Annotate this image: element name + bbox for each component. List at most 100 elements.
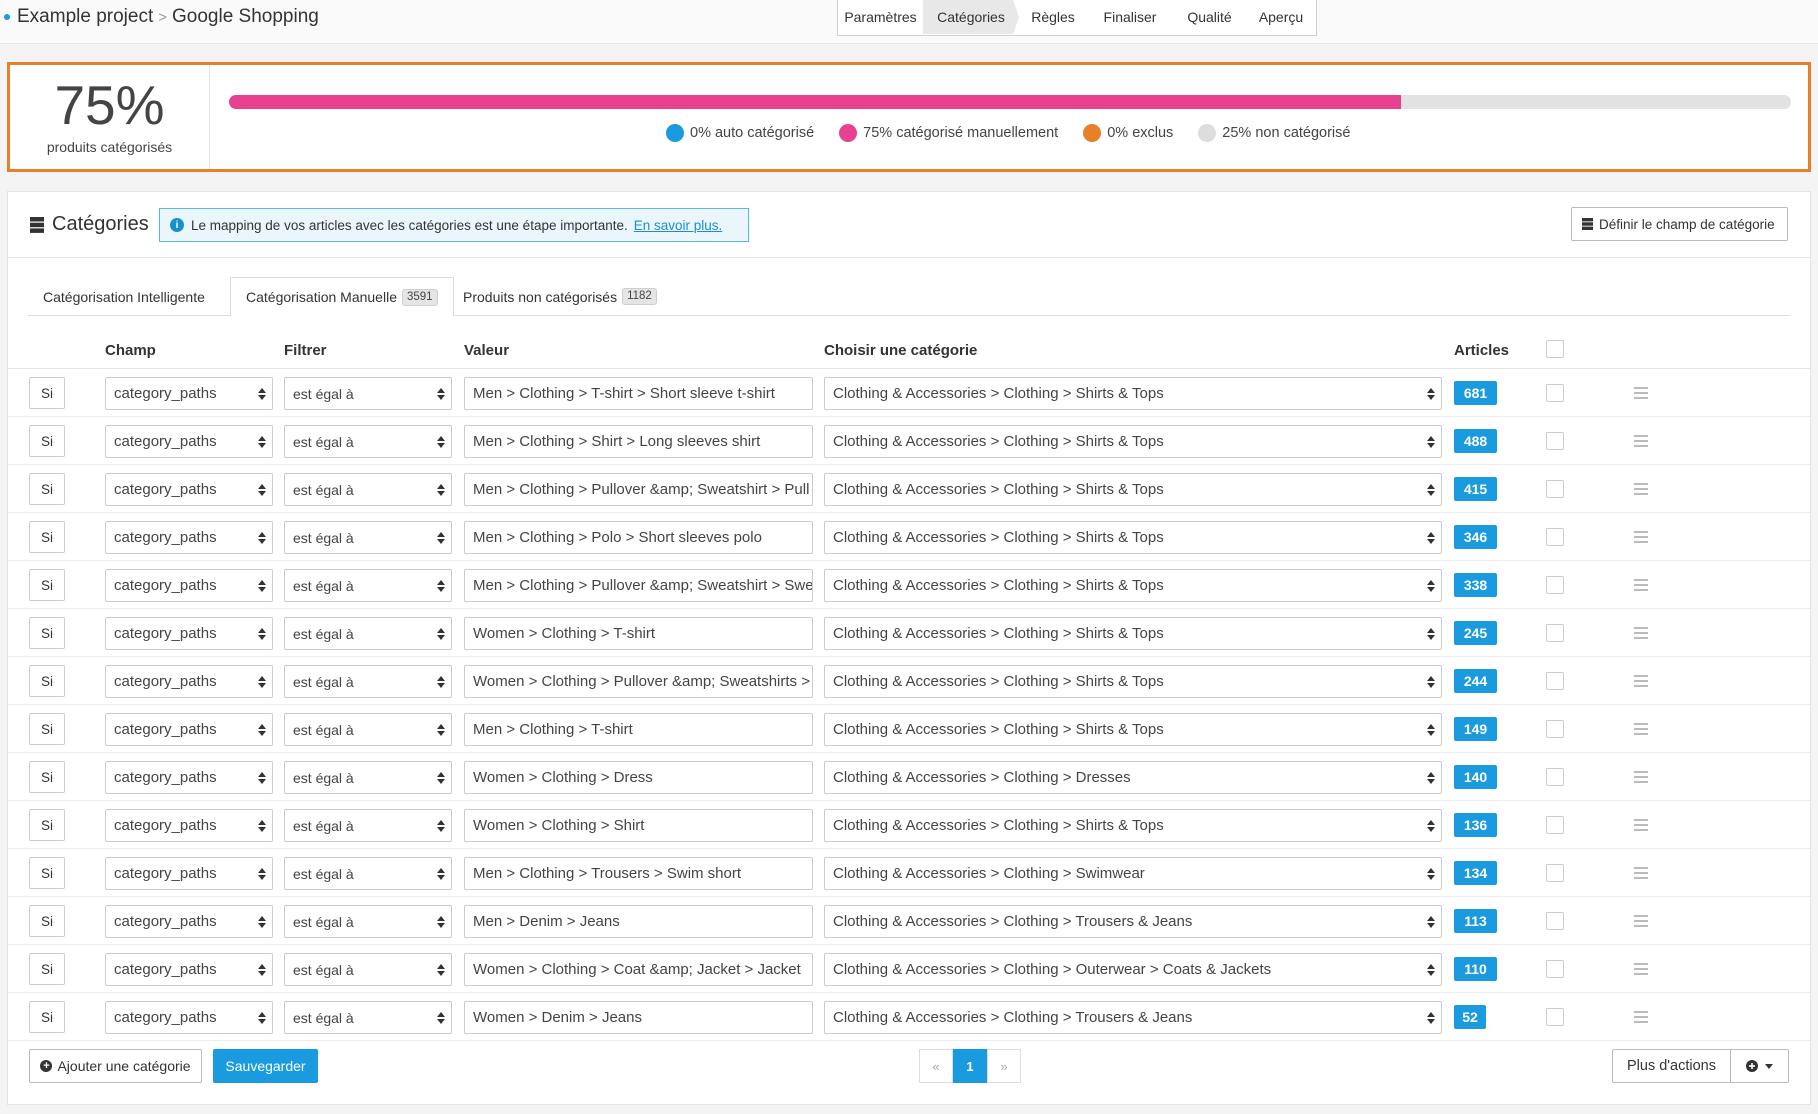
filter-select[interactable]: est égal à: [284, 809, 452, 842]
value-input[interactable]: Men > Clothing > Shirt > Long sleeves sh…: [464, 425, 813, 458]
row-checkbox[interactable]: [1546, 768, 1564, 786]
articles-count-badge[interactable]: 134: [1454, 861, 1497, 885]
si-condition-button[interactable]: Si: [29, 761, 65, 793]
value-input[interactable]: Men > Clothing > Polo > Short sleeves po…: [464, 521, 813, 554]
category-select[interactable]: Clothing & Accessories > Clothing > Dres…: [824, 761, 1442, 794]
add-category-button[interactable]: + Ajouter une catégorie: [29, 1049, 202, 1083]
pagination-page-1[interactable]: 1: [953, 1049, 987, 1083]
filter-select[interactable]: est égal à: [284, 665, 452, 698]
drag-handle-icon[interactable]: [1634, 867, 1648, 879]
si-condition-button[interactable]: Si: [29, 857, 65, 889]
row-checkbox[interactable]: [1546, 480, 1564, 498]
drag-handle-icon[interactable]: [1634, 531, 1648, 543]
drag-handle-icon[interactable]: [1634, 819, 1648, 831]
articles-count-badge[interactable]: 338: [1454, 573, 1497, 597]
category-select[interactable]: Clothing & Accessories > Clothing > Shir…: [824, 521, 1442, 554]
row-checkbox[interactable]: [1546, 624, 1564, 642]
articles-count-badge[interactable]: 488: [1454, 429, 1497, 453]
si-condition-button[interactable]: Si: [29, 665, 65, 697]
drag-handle-icon[interactable]: [1634, 963, 1648, 975]
drag-handle-icon[interactable]: [1634, 1011, 1648, 1023]
category-select[interactable]: Clothing & Accessories > Clothing > Shir…: [824, 617, 1442, 650]
articles-count-badge[interactable]: 136: [1454, 813, 1497, 837]
row-checkbox[interactable]: [1546, 672, 1564, 690]
step-finaliser[interactable]: Finaliser: [1087, 0, 1173, 34]
si-condition-button[interactable]: Si: [29, 617, 65, 649]
value-input[interactable]: Women > Clothing > Coat &amp; Jacket > J…: [464, 953, 813, 986]
row-checkbox[interactable]: [1546, 864, 1564, 882]
champ-select[interactable]: category_paths: [105, 713, 273, 746]
champ-select[interactable]: category_paths: [105, 809, 273, 842]
step-categories[interactable]: Catégories: [923, 0, 1019, 34]
row-checkbox[interactable]: [1546, 1008, 1564, 1026]
value-input[interactable]: Men > Clothing > T-shirt > Short sleeve …: [464, 377, 813, 410]
row-checkbox[interactable]: [1546, 432, 1564, 450]
si-condition-button[interactable]: Si: [29, 905, 65, 937]
drag-handle-icon[interactable]: [1634, 435, 1648, 447]
si-condition-button[interactable]: Si: [29, 953, 65, 985]
articles-count-badge[interactable]: 415: [1454, 477, 1497, 501]
step-apercu[interactable]: Aperçu: [1246, 0, 1316, 34]
value-input[interactable]: Women > Clothing > Shirt: [464, 809, 813, 842]
si-condition-button[interactable]: Si: [29, 521, 65, 553]
champ-select[interactable]: category_paths: [105, 425, 273, 458]
champ-select[interactable]: category_paths: [105, 953, 273, 986]
category-select[interactable]: Clothing & Accessories > Clothing > Swim…: [824, 857, 1442, 890]
row-checkbox[interactable]: [1546, 384, 1564, 402]
row-checkbox[interactable]: [1546, 816, 1564, 834]
articles-count-badge[interactable]: 110: [1454, 957, 1497, 981]
articles-count-badge[interactable]: 681: [1454, 381, 1497, 405]
filter-select[interactable]: est égal à: [284, 425, 452, 458]
filter-select[interactable]: est égal à: [284, 761, 452, 794]
value-input[interactable]: Women > Clothing > T-shirt: [464, 617, 813, 650]
filter-select[interactable]: est égal à: [284, 521, 452, 554]
drag-handle-icon[interactable]: [1634, 771, 1648, 783]
champ-select[interactable]: category_paths: [105, 761, 273, 794]
filter-select[interactable]: est égal à: [284, 953, 452, 986]
champ-select[interactable]: category_paths: [105, 905, 273, 938]
row-checkbox[interactable]: [1546, 720, 1564, 738]
filter-select[interactable]: est égal à: [284, 905, 452, 938]
category-select[interactable]: Clothing & Accessories > Clothing > Shir…: [824, 425, 1442, 458]
tab-manual-categorization[interactable]: Catégorisation Manuelle 3591: [230, 277, 454, 317]
si-condition-button[interactable]: Si: [29, 809, 65, 841]
value-input[interactable]: Women > Denim > Jeans: [464, 1001, 813, 1034]
si-condition-button[interactable]: Si: [29, 473, 65, 505]
row-checkbox[interactable]: [1546, 576, 1564, 594]
category-select[interactable]: Clothing & Accessories > Clothing > Trou…: [824, 1001, 1442, 1034]
articles-count-badge[interactable]: 140: [1454, 765, 1497, 789]
drag-handle-icon[interactable]: [1634, 723, 1648, 735]
articles-count-badge[interactable]: 244: [1454, 669, 1497, 693]
learn-more-link[interactable]: En savoir plus.: [634, 218, 723, 233]
value-input[interactable]: Men > Clothing > Trousers > Swim short: [464, 857, 813, 890]
articles-count-badge[interactable]: 346: [1454, 525, 1497, 549]
tab-uncategorized-products[interactable]: Produits non catégorisés 1182: [448, 277, 672, 316]
row-checkbox[interactable]: [1546, 960, 1564, 978]
filter-select[interactable]: est égal à: [284, 713, 452, 746]
value-input[interactable]: Women > Clothing > Pullover &amp; Sweats…: [464, 665, 813, 698]
drag-handle-icon[interactable]: [1634, 579, 1648, 591]
champ-select[interactable]: category_paths: [105, 617, 273, 650]
value-input[interactable]: Men > Clothing > T-shirt: [464, 713, 813, 746]
champ-select[interactable]: category_paths: [105, 377, 273, 410]
drag-handle-icon[interactable]: [1634, 483, 1648, 495]
si-condition-button[interactable]: Si: [29, 377, 65, 409]
filter-select[interactable]: est égal à: [284, 569, 452, 602]
filter-select[interactable]: est égal à: [284, 617, 452, 650]
filter-select[interactable]: est égal à: [284, 857, 452, 890]
settings-dropdown-button[interactable]: [1731, 1050, 1788, 1082]
category-select[interactable]: Clothing & Accessories > Clothing > Shir…: [824, 665, 1442, 698]
category-select[interactable]: Clothing & Accessories > Clothing > Shir…: [824, 569, 1442, 602]
drag-handle-icon[interactable]: [1634, 915, 1648, 927]
step-qualite[interactable]: Qualité: [1173, 0, 1246, 34]
value-input[interactable]: Women > Clothing > Dress: [464, 761, 813, 794]
breadcrumb-channel[interactable]: Google Shopping: [172, 6, 319, 28]
si-condition-button[interactable]: Si: [29, 1001, 65, 1033]
drag-handle-icon[interactable]: [1634, 387, 1648, 399]
more-actions-button[interactable]: Plus d'actions: [1613, 1050, 1731, 1082]
value-input[interactable]: Men > Clothing > Pullover &amp; Sweatshi…: [464, 569, 813, 602]
row-checkbox[interactable]: [1546, 912, 1564, 930]
value-input[interactable]: Men > Clothing > Pullover &amp; Sweatshi…: [464, 473, 813, 506]
breadcrumb-project[interactable]: Example project: [17, 6, 153, 28]
champ-select[interactable]: category_paths: [105, 569, 273, 602]
